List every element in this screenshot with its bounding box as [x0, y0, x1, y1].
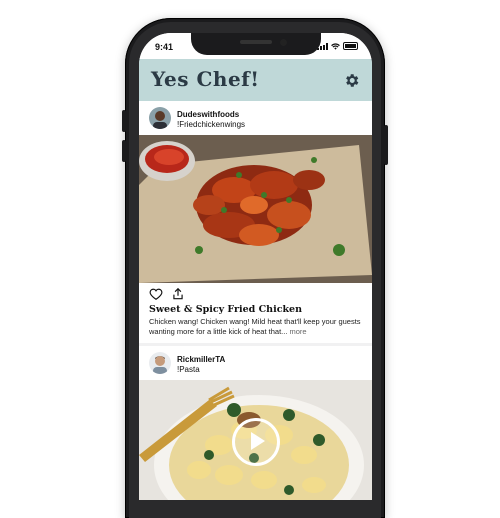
- post-description: Chicken wang! Chicken wang! Mild heat th…: [149, 317, 362, 337]
- battery-icon: [343, 42, 358, 50]
- post-title[interactable]: Sweet & Spicy Fried Chicken: [149, 304, 362, 315]
- post-user: Dudeswithfoods !Friedchickenwings: [177, 110, 245, 130]
- post-tag[interactable]: !Friedchickenwings: [177, 120, 245, 130]
- app-header: Yes Chef!: [139, 59, 372, 101]
- volume-up-button: [122, 110, 126, 132]
- post-image[interactable]: [139, 135, 372, 283]
- post-header: RickmillerTA !Pasta: [139, 346, 372, 380]
- avatar[interactable]: [149, 107, 171, 129]
- heart-icon[interactable]: [149, 287, 163, 301]
- avatar[interactable]: [149, 352, 171, 374]
- post-video[interactable]: [139, 380, 372, 500]
- username[interactable]: RickmillerTA: [177, 355, 225, 365]
- status-icons: [317, 42, 358, 50]
- post-body: Sweet & Spicy Fried Chicken Chicken wang…: [139, 303, 372, 343]
- share-icon[interactable]: [171, 287, 185, 301]
- status-time: 9:41: [155, 42, 174, 52]
- wifi-icon: [331, 42, 340, 50]
- volume-down-button: [122, 140, 126, 162]
- play-icon[interactable]: [231, 418, 280, 467]
- gear-icon[interactable]: [343, 72, 360, 89]
- more-link[interactable]: more: [290, 327, 307, 336]
- app-screen: 9:41 Yes Chef! Dudeswithfoods !Friedchic…: [139, 33, 372, 500]
- power-button: [384, 125, 388, 165]
- feed: Dudeswithfoods !Friedchickenwings Sweet …: [139, 101, 372, 500]
- post-header: Dudeswithfoods !Friedchickenwings: [139, 101, 372, 135]
- username[interactable]: Dudeswithfoods: [177, 110, 245, 120]
- post-tag[interactable]: !Pasta: [177, 365, 225, 375]
- app-title: Yes Chef!: [151, 67, 260, 91]
- post-description-text: Chicken wang! Chicken wang! Mild heat th…: [149, 317, 361, 336]
- post-actions: [139, 283, 372, 303]
- post-user: RickmillerTA !Pasta: [177, 355, 225, 375]
- notch: [190, 33, 321, 55]
